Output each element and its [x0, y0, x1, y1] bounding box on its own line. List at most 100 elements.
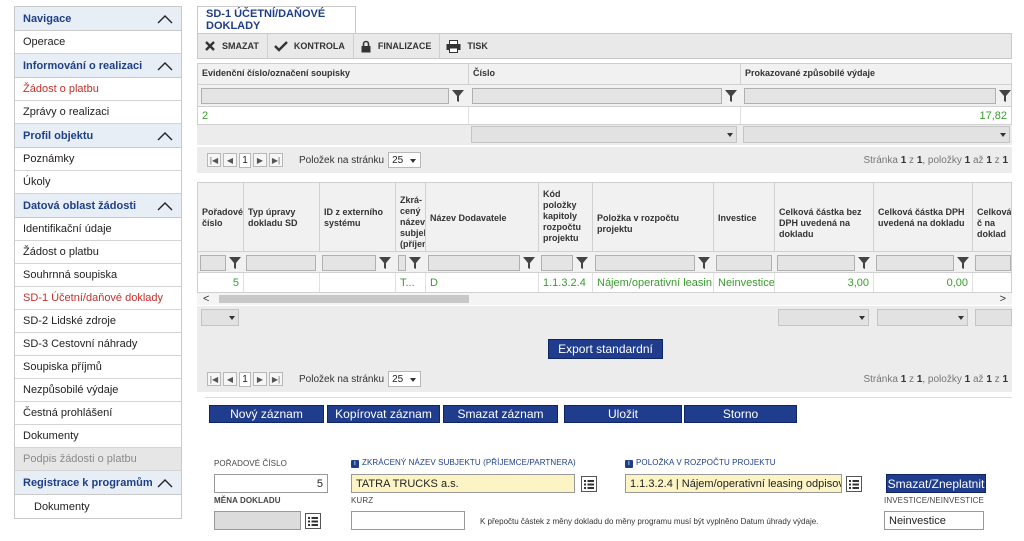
- chevron-up-icon[interactable]: [157, 14, 173, 24]
- sidebar-section-navigace[interactable]: Navigace: [15, 7, 181, 31]
- grid1-filter-input[interactable]: [744, 88, 996, 104]
- sidebar-item-sd3[interactable]: SD-3 Cestovní náhrady: [15, 333, 181, 356]
- filter-icon[interactable]: [999, 89, 1011, 103]
- prev-page-button[interactable]: ◀: [223, 153, 237, 167]
- save-button[interactable]: Uložit: [564, 405, 682, 423]
- first-page-button[interactable]: |◀: [207, 153, 221, 167]
- sidebar-item-identifikacni-udaje[interactable]: Identifikační údaje: [15, 218, 181, 241]
- grid2-col-kod[interactable]: Kód položky kapitoly rozpočtu projektu: [539, 183, 593, 251]
- list-icon[interactable]: [581, 476, 597, 492]
- cancel-button[interactable]: Storno: [684, 405, 797, 423]
- filter-icon[interactable]: [409, 256, 421, 270]
- grid2-col-polozka[interactable]: Položka v rozpočtu projektu: [593, 183, 714, 251]
- chevron-up-icon[interactable]: [157, 478, 173, 488]
- sidebar-item-souhrnna-soupiska[interactable]: Souhrnná soupiska: [15, 264, 181, 287]
- summary-select[interactable]: [975, 309, 1012, 326]
- per-page-select[interactable]: 25: [388, 371, 422, 387]
- summary-select[interactable]: [743, 126, 1010, 143]
- print-button[interactable]: TISK: [440, 34, 496, 58]
- scroll-thumb[interactable]: [219, 295, 469, 303]
- sidebar-item-zadost-o-platbu-2[interactable]: Žádost o platbu: [15, 241, 181, 264]
- page-number[interactable]: 1: [239, 152, 251, 168]
- table-row[interactable]: 5 T... D 1.1.3.2.4 Nájem/operativní leas…: [197, 273, 1012, 293]
- last-page-button[interactable]: ▶|: [269, 372, 283, 386]
- grid2-col-investice[interactable]: Investice: [714, 183, 775, 251]
- grid1-col-cislo[interactable]: Číslo: [469, 64, 741, 84]
- summary-select[interactable]: [471, 126, 737, 143]
- grid2-filter-input[interactable]: [200, 255, 226, 271]
- sidebar-item-zpravy-o-realizaci[interactable]: Zprávy o realizaci: [15, 101, 181, 124]
- grid2-col-bez-dph[interactable]: Celková částka bez DPH uvedená na doklad…: [775, 183, 874, 251]
- tab-sd1[interactable]: SD-1 ÚČETNÍ/DAŇOVÉ DOKLADY: [197, 6, 356, 33]
- table-row[interactable]: 2 17,82: [197, 107, 1012, 125]
- filter-icon[interactable]: [452, 89, 464, 103]
- grid2-col-dodavatel[interactable]: Název Dodavatele: [426, 183, 539, 251]
- horizontal-scrollbar[interactable]: < >: [197, 293, 1012, 305]
- sidebar-section-informovani[interactable]: Informování o realizaci: [15, 54, 181, 78]
- grid2-col-poradove[interactable]: Pořadové číslo: [198, 183, 244, 251]
- check-button[interactable]: KONTROLA: [268, 34, 354, 58]
- scroll-right-icon[interactable]: >: [1000, 293, 1006, 305]
- grid2-filter-input[interactable]: [595, 255, 695, 271]
- sidebar-item-zadost-o-platbu[interactable]: Žádost o platbu: [15, 78, 181, 101]
- sidebar-section-datova[interactable]: Datová oblast žádosti: [15, 194, 181, 218]
- chevron-up-icon[interactable]: [157, 131, 173, 141]
- grid2-filter-input[interactable]: [322, 255, 376, 271]
- grid2-col-typ-upravy[interactable]: Typ úpravy dokladu SD: [244, 183, 320, 251]
- sidebar-item-ukoly[interactable]: Úkoly: [15, 171, 181, 194]
- new-record-button[interactable]: Nový záznam: [209, 405, 324, 423]
- scroll-left-icon[interactable]: <: [203, 293, 209, 305]
- sidebar-item-poznamky[interactable]: Poznámky: [15, 148, 181, 171]
- sidebar-item-sd1[interactable]: SD-1 Účetní/daňové doklady: [15, 287, 181, 310]
- summary-select[interactable]: [778, 309, 869, 326]
- grid2-filter-input[interactable]: [246, 255, 316, 271]
- per-page-select[interactable]: 25: [388, 152, 422, 168]
- grid1-filter-input[interactable]: [472, 88, 722, 104]
- finalize-button[interactable]: FINALIZACE: [354, 34, 441, 58]
- summary-select[interactable]: [877, 309, 968, 326]
- next-page-button[interactable]: ▶: [253, 153, 267, 167]
- last-page-button[interactable]: ▶|: [269, 153, 283, 167]
- chevron-up-icon[interactable]: [157, 61, 173, 71]
- grid1-filter-input[interactable]: [201, 88, 449, 104]
- grid2-filter-input[interactable]: [541, 255, 573, 271]
- first-page-button[interactable]: |◀: [207, 372, 221, 386]
- sidebar-item-operace[interactable]: Operace: [15, 31, 181, 54]
- zkraceny-input[interactable]: TATRA TRUCKS a.s.: [351, 474, 575, 493]
- sidebar-item-cestna-prohlaseni[interactable]: Čestná prohlášení: [15, 402, 181, 425]
- prev-page-button[interactable]: ◀: [223, 372, 237, 386]
- delete-button[interactable]: SMAZAT: [198, 34, 268, 58]
- list-icon[interactable]: [846, 476, 862, 492]
- grid1-col-evidencni[interactable]: Evidenční číslo/označení soupisky: [198, 64, 469, 84]
- list-icon[interactable]: [305, 513, 321, 529]
- export-button[interactable]: Export standardní: [548, 339, 663, 359]
- sidebar-item-registrace-dokumenty[interactable]: Dokumenty: [15, 495, 181, 518]
- sidebar-item-nezpusobile-vydaje[interactable]: Nezpůsobilé výdaje: [15, 379, 181, 402]
- chevron-up-icon[interactable]: [157, 201, 173, 211]
- sidebar-item-dokumenty[interactable]: Dokumenty: [15, 425, 181, 448]
- filter-icon[interactable]: [379, 256, 391, 270]
- filter-icon[interactable]: [957, 256, 969, 270]
- grid2-filter-input[interactable]: [428, 255, 520, 271]
- next-page-button[interactable]: ▶: [253, 372, 267, 386]
- grid2-filter-input[interactable]: [975, 255, 1011, 271]
- mena-input[interactable]: [214, 511, 301, 530]
- grid1-col-prokazovane[interactable]: Prokazované způsobilé výdaje: [741, 64, 1013, 84]
- grid2-col-zkraceny[interactable]: Zkrá­cený název subjek (příjem: [396, 183, 426, 251]
- polozka-input[interactable]: 1.1.3.2.4 | Nájem/operativní leasing odp…: [625, 474, 842, 493]
- kurz-input[interactable]: [351, 511, 465, 530]
- sidebar-section-profil[interactable]: Profil objektu: [15, 124, 181, 148]
- grid2-col-dph[interactable]: Celková částka DPH uvedená na dokladu: [874, 183, 973, 251]
- filter-icon[interactable]: [858, 256, 870, 270]
- grid2-col-id-ext[interactable]: ID z externího systému: [320, 183, 396, 251]
- filter-icon[interactable]: [698, 256, 710, 270]
- filter-icon[interactable]: [229, 256, 241, 270]
- filter-icon[interactable]: [576, 256, 588, 270]
- page-number[interactable]: 1: [239, 371, 251, 387]
- grid2-filter-input[interactable]: [716, 255, 772, 271]
- sidebar-item-sd2[interactable]: SD-2 Lidské zdroje: [15, 310, 181, 333]
- delete-record-button[interactable]: Smazat záznam: [443, 405, 558, 423]
- grid2-filter-input[interactable]: [398, 255, 406, 271]
- grid2-col-celkem[interactable]: Celková č na doklad: [973, 183, 1011, 251]
- filter-icon[interactable]: [725, 89, 737, 103]
